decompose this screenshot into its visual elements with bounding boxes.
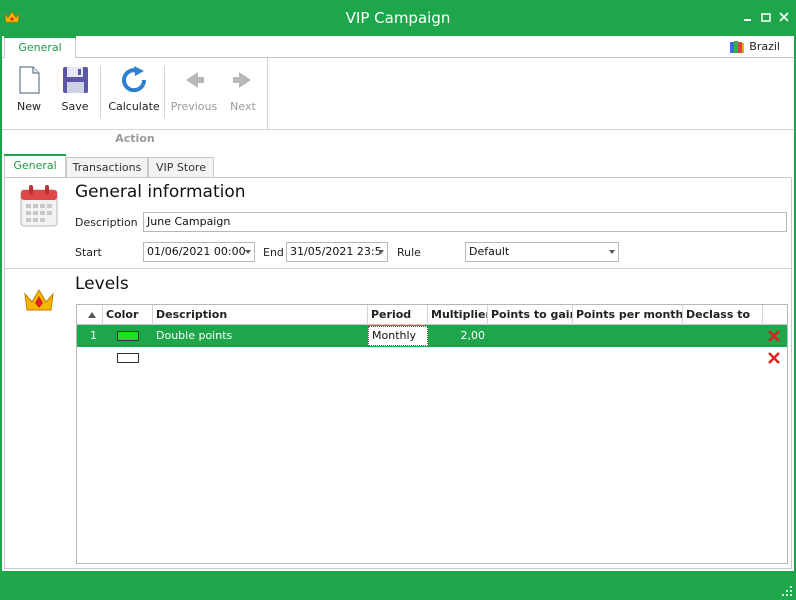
region-label: Brazil xyxy=(749,40,780,53)
rule-value: Default xyxy=(469,245,510,258)
calculate-button[interactable]: Calculate xyxy=(106,62,162,118)
calculate-label: Calculate xyxy=(108,100,160,113)
resize-grip-icon[interactable] xyxy=(782,586,792,596)
row-period[interactable] xyxy=(368,347,428,369)
description-label: Description xyxy=(75,216,138,229)
color-swatch[interactable] xyxy=(117,331,139,341)
ribbon-separator xyxy=(164,66,165,118)
ribbon-tab-general[interactable]: General xyxy=(4,36,76,58)
column-header-description[interactable]: Description xyxy=(153,305,368,325)
end-date-value: 31/05/2021 23:5 xyxy=(290,245,382,258)
chevron-down-icon[interactable] xyxy=(609,250,615,254)
column-header-declass-to[interactable]: Declass to xyxy=(683,305,763,325)
save-label: Save xyxy=(61,100,89,113)
column-header-color[interactable]: Color xyxy=(103,305,153,325)
new-document-icon xyxy=(19,66,40,94)
minimize-icon xyxy=(744,19,751,21)
row-index xyxy=(77,347,103,369)
ribbon-toolbar: New Save Calculate Previous Next xyxy=(2,58,794,130)
description-input[interactable]: June Campaign xyxy=(143,212,787,232)
previous-button[interactable]: Previous xyxy=(168,62,220,118)
color-swatch[interactable] xyxy=(117,353,139,363)
tab-vip-store[interactable]: VIP Store xyxy=(148,157,214,178)
refresh-icon xyxy=(122,66,147,93)
maximize-button[interactable] xyxy=(759,10,773,24)
table-row[interactable] xyxy=(77,347,787,369)
window-title: VIP Campaign xyxy=(345,9,451,27)
action-group: New Save Calculate Previous Next xyxy=(4,58,268,130)
content-tab-strip: General Transactions VIP Store xyxy=(2,154,794,178)
start-label: Start xyxy=(75,246,102,259)
column-header-period[interactable]: Period xyxy=(368,305,428,325)
window-body: General Brazil New Save Calculate Previo… xyxy=(2,36,794,571)
next-label: Next xyxy=(230,100,256,113)
ribbon-tab-strip: General Brazil xyxy=(2,36,794,58)
end-label: End xyxy=(263,246,284,259)
levels-title: Levels xyxy=(75,274,129,294)
ribbon-separator xyxy=(100,66,101,118)
crown-icon xyxy=(24,289,54,311)
general-panel: General information Description June Cam… xyxy=(4,177,792,569)
title-bar: VIP Campaign xyxy=(0,0,796,36)
new-button[interactable]: New xyxy=(6,62,52,118)
save-floppy-icon xyxy=(63,67,88,93)
rule-label: Rule xyxy=(397,246,421,259)
column-header-multiplier[interactable]: Multiplier xyxy=(428,305,488,325)
row-description[interactable]: Double points xyxy=(153,325,368,347)
row-points-to-gain[interactable] xyxy=(488,347,573,369)
column-header-points-to-gain[interactable]: Points to gain xyxy=(488,305,573,325)
general-info-title: General information xyxy=(75,182,246,202)
levels-grid: Color Description Period Multiplier Poin… xyxy=(76,304,788,564)
arrow-left-icon xyxy=(186,72,204,88)
book-icon xyxy=(730,41,745,53)
start-date-value: 01/06/2021 00:00 xyxy=(147,245,246,258)
grid-header: Color Description Period Multiplier Poin… xyxy=(77,305,787,325)
maximize-icon xyxy=(761,13,771,22)
tab-general[interactable]: General xyxy=(4,154,66,178)
close-icon xyxy=(779,12,789,22)
table-row[interactable]: 1 Double points Monthly 2,00 xyxy=(77,325,787,347)
end-date-picker[interactable]: 31/05/2021 23:5 xyxy=(286,242,388,262)
chevron-down-icon[interactable] xyxy=(378,250,384,254)
row-index: 1 xyxy=(90,329,97,342)
sort-up-icon xyxy=(88,312,96,318)
row-points-to-gain[interactable] xyxy=(488,325,573,347)
delete-row-icon[interactable] xyxy=(767,351,781,365)
calendar-icon xyxy=(20,185,58,227)
region-selector[interactable]: Brazil xyxy=(729,40,780,56)
row-declass-to[interactable] xyxy=(683,325,763,347)
new-label: New xyxy=(17,100,41,113)
rule-select[interactable]: Default xyxy=(465,242,619,262)
row-declass-to[interactable] xyxy=(683,347,763,369)
close-button[interactable] xyxy=(777,10,791,24)
delete-row-icon[interactable] xyxy=(767,329,781,343)
row-multiplier[interactable]: 2,00 xyxy=(428,325,488,347)
section-divider xyxy=(5,268,791,269)
previous-label: Previous xyxy=(170,100,218,113)
minimize-button[interactable] xyxy=(741,10,755,24)
column-header-points-per-month[interactable]: Points per month xyxy=(573,305,683,325)
row-period[interactable]: Monthly xyxy=(368,326,428,346)
row-multiplier[interactable] xyxy=(428,347,488,369)
row-description[interactable] xyxy=(153,347,368,369)
arrow-right-icon xyxy=(233,72,251,88)
chevron-down-icon[interactable] xyxy=(245,250,251,254)
row-points-per-month[interactable] xyxy=(573,325,683,347)
row-points-per-month[interactable] xyxy=(573,347,683,369)
next-button[interactable]: Next xyxy=(220,62,266,118)
sort-indicator-header[interactable] xyxy=(77,305,103,325)
save-button[interactable]: Save xyxy=(52,62,98,118)
tab-transactions[interactable]: Transactions xyxy=(66,157,148,178)
action-group-label: Action xyxy=(115,132,155,145)
status-bar xyxy=(0,571,796,600)
start-date-picker[interactable]: 01/06/2021 00:00 xyxy=(143,242,255,262)
